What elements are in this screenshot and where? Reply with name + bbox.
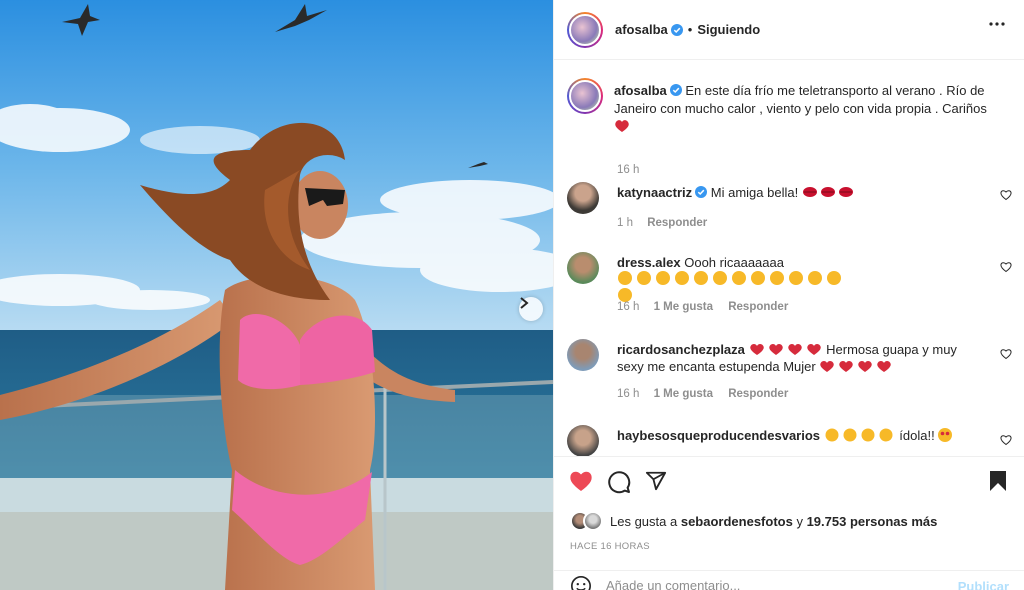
comment-body: haybesosqueproducendesvarios ídola!! xyxy=(617,427,987,444)
post-actions: Les gusta a sebaordenesfotos y 19.753 pe… xyxy=(554,456,1024,590)
comment-meta: 16 h 1 Me gusta Responder xyxy=(617,388,800,400)
hearts-emoji-icon xyxy=(615,120,629,132)
emoji-icon[interactable] xyxy=(570,575,592,590)
caption-author-avatar[interactable] xyxy=(567,78,603,114)
next-photo-button[interactable] xyxy=(519,297,543,321)
heart-icon[interactable] xyxy=(1000,189,1012,201)
send-icon[interactable] xyxy=(645,470,667,492)
comment-text: Mi amiga bella! xyxy=(710,185,799,200)
post-time-ago: HACE 16 HORAS xyxy=(570,541,650,552)
verified-badge-icon xyxy=(695,186,708,198)
author-username[interactable]: afosalba xyxy=(615,22,668,37)
commenter-avatar[interactable] xyxy=(567,339,599,371)
reply-button[interactable]: Responder xyxy=(728,301,788,313)
caption-text-block: afosalba En este día frío me teletranspo… xyxy=(614,82,1004,136)
likes-prefix: Les gusta a xyxy=(610,513,678,529)
more-options-icon[interactable] xyxy=(989,22,1005,26)
comment-input[interactable] xyxy=(606,578,936,590)
comment-body: ricardosanchezplaza Hermosa guapa y muy … xyxy=(617,341,987,375)
heart-icon[interactable] xyxy=(1000,434,1012,446)
comment-username[interactable]: ricardosanchezplaza xyxy=(617,342,745,357)
author-avatar[interactable] xyxy=(567,11,603,48)
header-separator: • xyxy=(687,22,693,37)
post-photo[interactable] xyxy=(0,0,553,590)
commenter-avatar[interactable] xyxy=(567,182,599,214)
comment-body: dress.alex Oooh ricaaaaaaa xyxy=(617,254,987,303)
comment-likes[interactable]: 1 Me gusta xyxy=(654,301,713,313)
post-header: afosalba • Siguiendo xyxy=(554,0,1024,60)
commenter-avatar[interactable] xyxy=(567,425,599,456)
liker-avatar xyxy=(583,511,603,531)
red-heart-emoji-icon xyxy=(749,342,827,357)
comment-username[interactable]: haybesosqueproducendesvarios xyxy=(617,428,820,443)
red-heart-emoji-icon xyxy=(819,359,893,374)
comment-icon[interactable] xyxy=(607,470,631,494)
likes-user[interactable]: sebaordenesfotos xyxy=(681,514,793,529)
comment-time: 1 h xyxy=(617,217,633,229)
comment-username[interactable]: katynaactriz xyxy=(617,185,692,200)
comment-time: 16 h xyxy=(617,388,640,400)
kiss-lips-emoji-icon xyxy=(802,185,854,200)
heart-eyes-emoji-icon xyxy=(938,428,953,442)
post-details-panel: afosalba • Siguiendo afosalba En este dí… xyxy=(553,0,1024,590)
likes-middle: y xyxy=(796,513,803,529)
caption-username[interactable]: afosalba xyxy=(614,83,667,98)
comment-meta: 16 h 1 Me gusta Responder xyxy=(617,301,800,313)
comment-meta: 1 h Responder xyxy=(617,217,719,229)
comments-list[interactable]: afosalba En este día frío me teletranspo… xyxy=(554,61,1024,456)
heart-icon[interactable] xyxy=(1000,348,1012,360)
publish-button[interactable]: Publicar xyxy=(958,579,1009,590)
following-button[interactable]: Siguiendo xyxy=(697,22,760,37)
bookmark-icon[interactable] xyxy=(989,470,1007,492)
chevron-right-icon xyxy=(520,297,529,309)
clapping-hands-emoji-icon xyxy=(824,428,900,443)
comment-body: katynaactriz Mi amiga bella! xyxy=(617,184,987,201)
verified-badge-icon xyxy=(669,84,682,96)
likes-summary: Les gusta a sebaordenesfotos y 19.753 pe… xyxy=(570,511,937,531)
verified-badge-icon xyxy=(670,23,683,36)
comment-text: Oooh ricaaaaaaa xyxy=(684,255,784,270)
kissing-face-emoji-icon xyxy=(617,271,905,302)
heart-icon[interactable] xyxy=(1000,261,1012,273)
caption-time: 16 h xyxy=(617,164,640,176)
reply-button[interactable]: Responder xyxy=(728,388,788,400)
commenter-avatar[interactable] xyxy=(567,252,599,284)
reply-button[interactable]: Responder xyxy=(647,217,707,229)
likes-count[interactable]: 19.753 personas más xyxy=(807,514,938,529)
like-heart-icon[interactable] xyxy=(569,470,593,492)
liker-avatars xyxy=(570,511,604,531)
comment-text: ídola!! xyxy=(899,428,935,443)
comment-username[interactable]: dress.alex xyxy=(617,255,681,270)
comment-likes[interactable]: 1 Me gusta xyxy=(654,388,713,400)
beach-photo-illustration xyxy=(0,0,553,590)
comment-composer: Publicar xyxy=(554,570,1024,590)
comment-time: 16 h xyxy=(617,301,640,313)
